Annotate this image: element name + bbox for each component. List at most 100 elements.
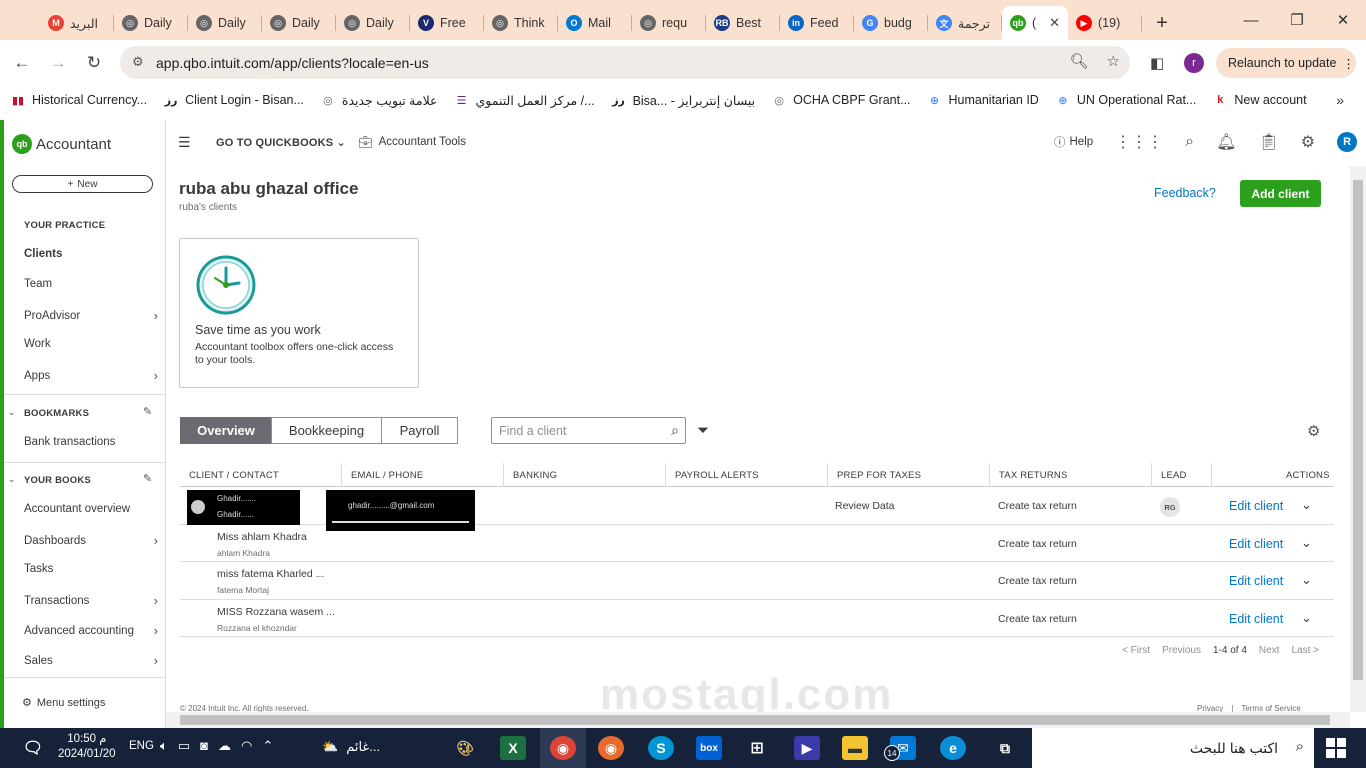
browser-tab[interactable]: ◎ Daily <box>262 6 336 40</box>
battery-icon[interactable]: ▭ <box>178 738 190 754</box>
bookmark-item[interactable]: ▮▮ Historical Currency... <box>10 92 147 108</box>
vertical-scroll-thumb[interactable] <box>1353 180 1363 680</box>
client-name[interactable]: Ghadir....... <box>217 494 256 503</box>
store-icon[interactable]: ⊞ <box>744 736 770 760</box>
paint-icon[interactable]: 🎨︎ <box>452 736 478 760</box>
volume-icon[interactable]: 🔈︎ <box>160 738 168 754</box>
tab-overview[interactable]: Overview <box>180 417 272 444</box>
tray-expand-icon[interactable]: ⌃ <box>262 738 273 754</box>
sidebar-item-bank-transactions[interactable]: Bank transactions <box>24 436 158 448</box>
feedback-link[interactable]: Feedback? <box>1154 186 1216 200</box>
edit-client-link[interactable]: Edit client <box>1229 574 1283 588</box>
col-tax-returns[interactable]: TAX RETURNS <box>999 470 1068 481</box>
bookmark-item[interactable]: ﺭﺯ Client Login - Bisan... <box>163 92 304 108</box>
relaunch-button[interactable]: Relaunch to update ⋮ <box>1216 48 1356 78</box>
profile-avatar[interactable]: r <box>1184 53 1204 73</box>
site-info-icon[interactable]: ⚙ <box>132 54 144 70</box>
browser-tab[interactable]: V Free <box>410 6 484 40</box>
restore-icon[interactable]: ❐ <box>1274 0 1320 40</box>
bookmark-item[interactable]: ◎ علامة تبويب جديدة <box>320 92 437 108</box>
language-indicator[interactable]: ENG <box>129 740 154 752</box>
sidebar-item-accountant-overview[interactable]: Accountant overview <box>24 503 158 515</box>
col-prep-for-taxes[interactable]: PREP FOR TAXES <box>837 470 921 481</box>
prep-for-taxes-cell[interactable]: Review Data <box>835 500 895 512</box>
promo-card[interactable]: Save time as you work Accountant toolbox… <box>179 238 419 388</box>
task-view-icon[interactable]: ⧉ <box>992 736 1018 760</box>
apps-grid-icon[interactable]: ⋮⋮⋮ <box>1115 132 1163 152</box>
clipboard-icon[interactable]: 📋︎ <box>1258 132 1278 152</box>
pager-next[interactable]: Next <box>1259 645 1280 656</box>
url-field[interactable]: ⚙ app.qbo.intuit.com/app/clients?locale=… <box>120 46 1130 79</box>
chevron-down-icon[interactable]: ⌄ <box>1301 610 1312 626</box>
bookmark-item[interactable]: ﺭﺯ Bisa... - بيسان إنتربرايز <box>611 92 755 108</box>
search-icon[interactable]: ⌕ <box>1185 133 1194 151</box>
box-icon[interactable]: box <box>696 736 722 760</box>
forward-icon[interactable]: → <box>40 45 76 81</box>
browser-tab[interactable]: qb (✕ <box>1002 6 1068 40</box>
wifi-icon[interactable]: ◠ <box>241 738 252 754</box>
sidebar-item-dashboards[interactable]: Dashboards › <box>24 533 158 548</box>
collapse-menu-icon[interactable]: ☰ <box>178 134 191 151</box>
browser-tab[interactable]: Gbudg <box>854 6 928 40</box>
skype-icon[interactable]: S <box>648 736 674 760</box>
bookmark-item[interactable]: k New account <box>1212 92 1306 108</box>
minimize-icon[interactable]: — <box>1228 0 1274 40</box>
sidebar-item-proadvisor[interactable]: ProAdvisor › <box>24 308 158 323</box>
edit-client-link[interactable]: Edit client <box>1229 499 1283 513</box>
search-icon[interactable]: ⌕ <box>671 422 679 439</box>
tax-returns-cell[interactable]: Create tax return <box>998 500 1077 512</box>
pager-previous[interactable]: Previous <box>1162 645 1201 656</box>
filter-icon[interactable]: ⏷ <box>697 422 709 439</box>
bookmark-item[interactable]: ⊕ UN Operational Rat... <box>1055 92 1196 108</box>
edit-bookmarks-icon[interactable]: ✎ <box>143 405 152 418</box>
browser-tab[interactable]: ◎ requ <box>632 6 706 40</box>
zoom-icon[interactable]: 🔍︎ <box>1070 52 1089 70</box>
chevron-down-icon[interactable]: ⌄ <box>1301 535 1312 551</box>
table-row[interactable]: miss fatema Kharled ... fatema Mortaj Cr… <box>180 562 1334 600</box>
tax-returns-cell[interactable]: Create tax return <box>998 575 1077 587</box>
tab-bookkeeping[interactable]: Bookkeeping <box>271 417 382 444</box>
edit-client-link[interactable]: Edit client <box>1229 537 1283 551</box>
horizontal-scrollbar[interactable] <box>166 712 1350 728</box>
close-tab-icon[interactable]: ✕ <box>1049 15 1060 31</box>
camera-icon[interactable]: ◙ <box>200 738 208 754</box>
close-window-icon[interactable]: ✕ <box>1320 0 1366 40</box>
browser-tab[interactable]: ◎ Daily <box>188 6 262 40</box>
bookmark-item[interactable]: ⊕ Humanitarian ID <box>927 92 1039 108</box>
client-name[interactable]: MISS Rozzana wasem ... <box>217 606 335 618</box>
side-panel-icon[interactable]: ◧ <box>1150 54 1164 72</box>
table-row[interactable]: Ghadir....... Ghadir...... ghadir.......… <box>180 487 1334 531</box>
weather-widget[interactable]: ⛅ غائم... <box>322 739 380 755</box>
browser-tab[interactable]: RB Best <box>706 6 780 40</box>
table-row[interactable]: MISS Rozzana wasem ... Rozzana el khoznd… <box>180 600 1334 637</box>
chevron-down-icon[interactable]: ⌄ <box>8 407 16 418</box>
client-name[interactable]: miss fatema Kharled ... <box>217 568 324 580</box>
chrome-icon[interactable]: ◉ <box>550 736 576 760</box>
bookmark-item[interactable]: ◎ OCHA CBPF Grant... <box>771 92 910 108</box>
add-client-button[interactable]: Add client <box>1240 180 1321 207</box>
sidebar-item-advanced-accounting[interactable]: Advanced accounting › <box>24 623 158 638</box>
reload-icon[interactable]: ↻ <box>76 45 112 81</box>
help-button[interactable]: ⓘ Help <box>1054 134 1093 150</box>
clipchamp-icon[interactable]: ▶ <box>794 736 820 760</box>
sidebar-item-sales[interactable]: Sales › <box>24 653 158 668</box>
taskbar-clock[interactable]: 10:50 م 2024/01/20 <box>58 732 116 762</box>
chevron-down-icon[interactable]: ⌄ <box>8 474 16 485</box>
bookmark-star-icon[interactable]: ☆ <box>1107 52 1120 70</box>
col-client-contact[interactable]: CLIENT / CONTACT <box>189 470 279 481</box>
bookmark-item[interactable]: ☰ مركز العمل التنموي /... <box>454 92 595 108</box>
file-explorer-icon[interactable]: ▬ <box>842 736 868 760</box>
browser-tab[interactable]: O Mail <box>558 6 632 40</box>
tax-returns-cell[interactable]: Create tax return <box>998 613 1077 625</box>
sidebar-item-clients[interactable]: Clients <box>24 248 158 260</box>
table-row[interactable]: Miss ahlam Khadra ahlam Khadra Create ta… <box>180 525 1334 562</box>
bookmarks-overflow-icon[interactable]: » <box>1336 92 1344 108</box>
find-client-input[interactable]: Find a client ⌕ <box>491 417 686 444</box>
edit-client-link[interactable]: Edit client <box>1229 612 1283 626</box>
sidebar-item-transactions[interactable]: Transactions › <box>24 593 158 608</box>
chrome-profile-icon[interactable]: ◉ <box>598 736 624 760</box>
tax-returns-cell[interactable]: Create tax return <box>998 538 1077 550</box>
excel-icon[interactable]: X <box>500 736 526 760</box>
vertical-scrollbar[interactable] <box>1350 166 1366 712</box>
taskbar-search[interactable]: اكتب هنا للبحث ⌕ <box>1032 728 1314 768</box>
